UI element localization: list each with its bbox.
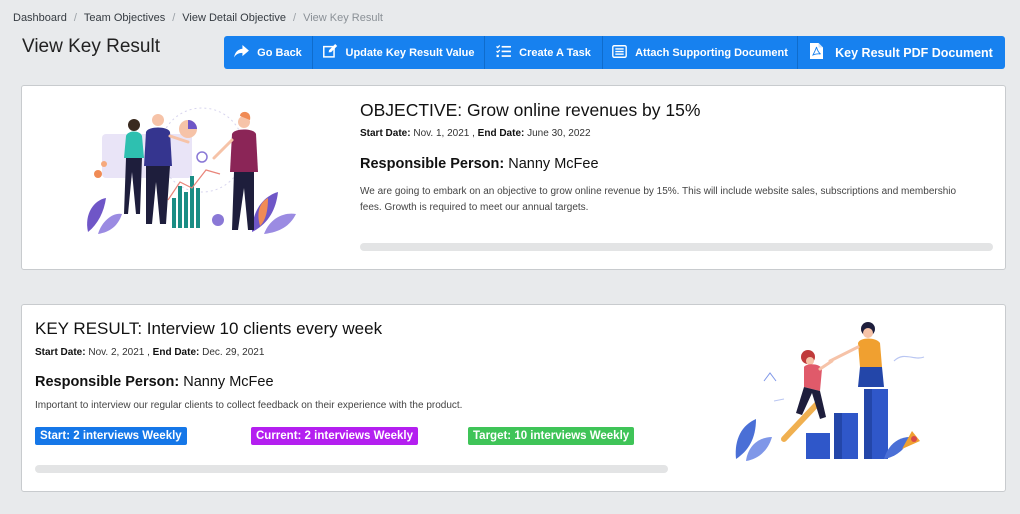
objective-description: We are going to embark on an objective t…: [360, 186, 957, 213]
create-task-button[interactable]: Create A Task: [485, 36, 603, 69]
responsible-label: Responsible Person:: [360, 156, 505, 172]
start-date-value: Nov. 1, 2021: [413, 128, 470, 139]
breadcrumb-separator: /: [293, 12, 297, 24]
go-back-label: Go Back: [257, 46, 302, 59]
target-value-badge: Target: 10 interviews Weekly: [468, 427, 635, 445]
objective-card: OBJECTIVE: Grow online revenues by 15% S…: [21, 85, 1006, 270]
start-date-value: Nov. 2, 2021: [88, 347, 145, 358]
update-key-result-label: Update Key Result Value: [345, 46, 475, 59]
objective-responsible-person: Responsible Person: Nanny McFee: [360, 156, 599, 172]
create-task-label: Create A Task: [519, 46, 591, 59]
breadcrumb-view-detail-objective[interactable]: View Detail Objective: [182, 12, 286, 24]
share-arrow-icon: [234, 44, 250, 61]
action-toolbar: Go Back Update Key Result Value Create A…: [224, 36, 1005, 69]
end-date-label: End Date:: [477, 128, 525, 139]
breadcrumb-separator: /: [172, 12, 176, 24]
breadcrumb-dashboard[interactable]: Dashboard: [13, 12, 67, 24]
document-list-icon: [612, 44, 627, 61]
edit-icon: [322, 44, 338, 61]
start-value-badge: Start: 2 interviews Weekly: [35, 427, 187, 445]
key-result-responsible-person: Responsible Person: Nanny McFee: [35, 374, 274, 390]
end-date-value: Dec. 29, 2021: [202, 347, 265, 358]
pdf-file-icon: [810, 43, 824, 62]
current-value-badge: Current: 2 interviews Weekly: [251, 427, 419, 445]
breadcrumb-team-objectives[interactable]: Team Objectives: [84, 12, 165, 24]
start-date-label: Start Date:: [360, 128, 411, 139]
responsible-label: Responsible Person:: [35, 374, 180, 390]
objective-title: OBJECTIVE: Grow online revenues by 15%: [360, 100, 701, 120]
responsible-value: Nanny McFee: [508, 156, 599, 172]
responsible-value: Nanny McFee: [183, 374, 274, 390]
objective-dates: Start Date: Nov. 1, 2021 , End Date: Jun…: [360, 128, 591, 139]
growth-teamwork-illustration: [735, 322, 925, 461]
pdf-document-button[interactable]: Key Result PDF Document: [798, 36, 1005, 69]
start-date-label: Start Date:: [35, 347, 86, 358]
attach-document-label: Attach Supporting Document: [635, 46, 788, 59]
breadcrumb-separator: /: [73, 12, 77, 24]
objective-progress-bar: [360, 243, 993, 251]
update-key-result-button[interactable]: Update Key Result Value: [313, 36, 485, 69]
breadcrumb-current: View Key Result: [303, 12, 383, 24]
breadcrumb: Dashboard / Team Objectives / View Detai…: [13, 12, 383, 24]
end-date-label: End Date:: [152, 347, 200, 358]
key-result-progress-bar: [35, 465, 668, 473]
page-title: View Key Result: [22, 36, 160, 57]
key-result-card: KEY RESULT: Interview 10 clients every w…: [21, 304, 1006, 492]
attach-document-button[interactable]: Attach Supporting Document: [603, 36, 798, 69]
go-back-button[interactable]: Go Back: [224, 36, 313, 69]
team-analytics-illustration: [87, 107, 296, 234]
key-result-description: Important to interview our regular clien…: [35, 400, 463, 411]
end-date-value: June 30, 2022: [527, 128, 591, 139]
task-list-icon: [496, 44, 512, 61]
key-result-title: KEY RESULT: Interview 10 clients every w…: [35, 319, 383, 338]
key-result-dates: Start Date: Nov. 2, 2021 , End Date: Dec…: [35, 347, 265, 358]
pdf-document-label: Key Result PDF Document: [835, 45, 993, 60]
